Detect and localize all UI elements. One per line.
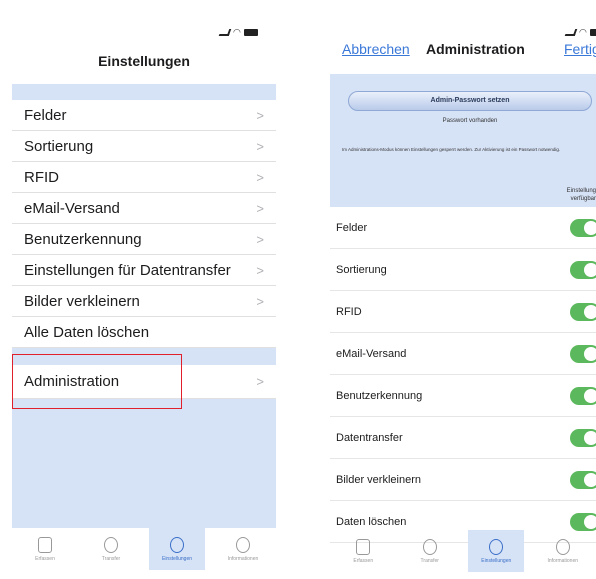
- tab-einstellungen[interactable]: Einstellungen: [149, 528, 205, 570]
- battery-icon: [243, 28, 258, 36]
- tab-label: Transfer: [420, 557, 439, 564]
- item-label: Benutzerkennung: [24, 230, 142, 248]
- tab-bar: Erfassen Transfer Einstellungen Informat…: [12, 528, 276, 574]
- chevron-right-icon: >: [256, 293, 264, 309]
- permission-row-benutzerkennung: Benutzerkennung: [330, 375, 596, 417]
- item-label: Alle Daten löschen: [24, 323, 150, 341]
- tab-einstellungen[interactable]: Einstellungen: [468, 530, 525, 572]
- settings-item-datentransfer[interactable]: Einstellungen für Datentransfer >: [12, 255, 276, 286]
- enable-toggle[interactable]: [570, 428, 596, 447]
- battery-icon: [589, 28, 596, 36]
- chevron-right-icon: >: [256, 231, 264, 247]
- item-label: Bilder verkleinern: [24, 292, 140, 310]
- enable-toggle[interactable]: [570, 344, 596, 363]
- tab-label: Einstellungen: [481, 557, 512, 564]
- status-bar: ◠: [564, 26, 596, 38]
- gear-icon: [489, 538, 504, 555]
- done-button[interactable]: Fertig: [564, 41, 596, 57]
- settings-item-benutzerkennung[interactable]: Benutzerkennung >: [12, 224, 276, 255]
- wifi-icon: ◠: [579, 26, 587, 37]
- settings-item-daten-loeschen[interactable]: Alle Daten löschen: [12, 317, 276, 348]
- item-label: Felder: [24, 106, 67, 124]
- available-column-header: Einstellung verfügbar: [566, 188, 596, 202]
- highlight-box: [12, 354, 182, 409]
- permission-row-sortierung: Sortierung: [330, 249, 596, 291]
- tab-erfassen[interactable]: Erfassen: [335, 530, 391, 572]
- tab-label: Einstellungen: [161, 555, 193, 562]
- tab-label: Informationen: [547, 557, 579, 564]
- tab-transfer[interactable]: Transfer: [402, 530, 458, 572]
- chevron-right-icon: >: [256, 107, 264, 123]
- settings-list: Felder > Sortierung > RFID > eMail-Versa…: [12, 100, 276, 348]
- permission-row-datentransfer: Datentransfer: [330, 417, 596, 459]
- item-label: Felder: [336, 221, 368, 234]
- item-label: Sortierung: [24, 137, 94, 155]
- clipboard-icon: [356, 538, 371, 555]
- password-state: Passwort vorhanden: [442, 118, 498, 124]
- item-label: Daten löschen: [336, 515, 407, 528]
- chevron-right-icon: >: [256, 200, 264, 216]
- item-label: RFID: [24, 168, 59, 186]
- page-title: Einstellungen: [98, 53, 190, 69]
- permission-row-email: eMail-Versand: [330, 333, 596, 375]
- item-label: Einstellungen für Datentransfer: [24, 261, 231, 279]
- enable-toggle[interactable]: [570, 470, 596, 489]
- chevron-right-icon: >: [256, 374, 264, 389]
- tab-label: Informationen: [227, 555, 259, 562]
- info-text: Im Administrations-Modus können Einstell…: [342, 147, 561, 152]
- chevron-right-icon: >: [256, 138, 264, 154]
- item-label: Benutzerkennung: [336, 389, 423, 402]
- enable-toggle[interactable]: [570, 512, 596, 531]
- enable-toggle[interactable]: [570, 218, 596, 237]
- item-label: Datentransfer: [336, 431, 403, 444]
- sync-icon: [104, 536, 118, 553]
- permission-row-rfid: RFID: [330, 291, 596, 333]
- tab-bar: Erfassen Transfer Einstellungen Informat…: [330, 530, 596, 576]
- page-title: Administration: [426, 41, 525, 57]
- tab-transfer[interactable]: Transfer: [83, 528, 139, 570]
- permissions-list: Felder Sortierung RFID eMail-Versand Ben…: [330, 207, 596, 543]
- item-label: eMail-Versand: [336, 347, 407, 360]
- settings-item-rfid[interactable]: RFID >: [12, 162, 276, 193]
- nav-bar: Abbrechen Administration Fertig: [318, 41, 596, 65]
- tab-label: Transfer: [101, 555, 121, 562]
- permission-row-bilder: Bilder verkleinern: [330, 459, 596, 501]
- set-admin-password-button[interactable]: Admin-Passwort setzen: [348, 91, 592, 111]
- tab-informationen[interactable]: Informationen: [535, 530, 591, 572]
- gear-icon: [170, 536, 184, 553]
- settings-item-sortierung[interactable]: Sortierung >: [12, 131, 276, 162]
- tab-informationen[interactable]: Informationen: [215, 528, 271, 570]
- info-icon: [555, 538, 570, 555]
- status-bar: ◠: [218, 26, 258, 38]
- signal-icon: [564, 28, 578, 36]
- tab-label: Erfassen: [35, 555, 55, 562]
- chevron-right-icon: >: [256, 169, 264, 185]
- settings-item-bilder[interactable]: Bilder verkleinern >: [12, 286, 276, 317]
- item-label: RFID: [336, 305, 362, 318]
- settings-item-email[interactable]: eMail-Versand >: [12, 193, 276, 224]
- signal-icon: [218, 28, 232, 36]
- wifi-icon: ◠: [233, 26, 241, 37]
- settings-screen: ◠ Einstellungen Felder > Sortierung > RF…: [0, 0, 288, 579]
- clipboard-icon: [38, 536, 52, 553]
- chevron-right-icon: >: [256, 262, 264, 278]
- administration-screen: ◠ Abbrechen Administration Fertig Admin-…: [318, 0, 596, 579]
- tab-erfassen[interactable]: Erfassen: [17, 528, 73, 570]
- tab-label: Erfassen: [353, 557, 374, 564]
- settings-item-felder[interactable]: Felder >: [12, 100, 276, 131]
- permission-row-felder: Felder: [330, 207, 596, 249]
- enable-toggle[interactable]: [570, 302, 596, 321]
- item-label: Sortierung: [336, 263, 387, 276]
- item-label: eMail-Versand: [24, 199, 120, 217]
- cancel-button[interactable]: Abbrechen: [342, 41, 410, 57]
- sync-icon: [422, 538, 437, 555]
- item-label: Bilder verkleinern: [336, 473, 421, 486]
- info-icon: [236, 536, 250, 553]
- enable-toggle[interactable]: [570, 386, 596, 405]
- enable-toggle[interactable]: [570, 260, 596, 279]
